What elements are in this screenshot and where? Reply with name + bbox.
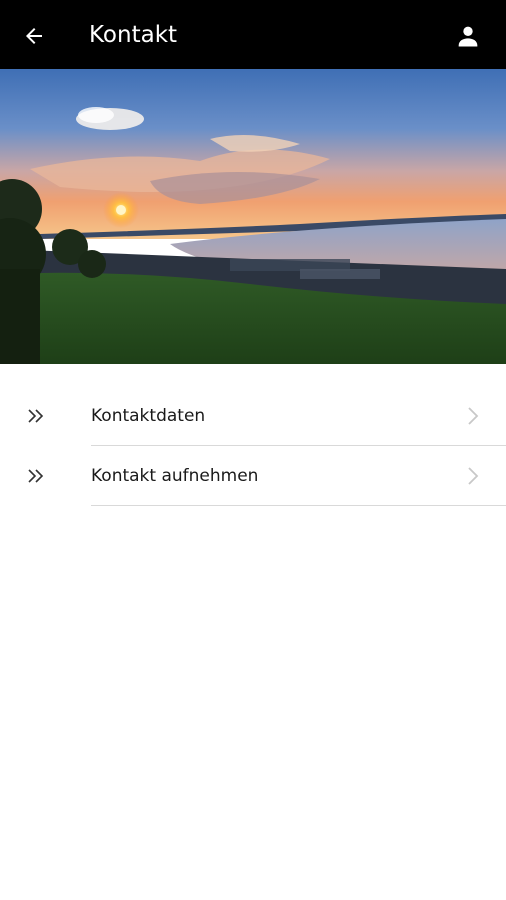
chevron-right-icon <box>468 407 479 425</box>
hero-image <box>0 69 506 364</box>
person-icon <box>458 26 478 47</box>
arrow-left-icon <box>26 28 42 44</box>
double-chevron-right-icon <box>28 409 44 423</box>
menu-item-kontaktdaten[interactable]: Kontaktdaten <box>0 386 506 446</box>
app-bar: Kontakt <box>0 0 506 69</box>
chevron-right-icon <box>468 467 479 485</box>
double-chevron-right-icon <box>28 469 44 483</box>
back-button[interactable] <box>16 18 52 54</box>
profile-button[interactable] <box>450 18 486 54</box>
contact-menu: Kontaktdaten Kontakt aufnehmen <box>0 386 506 506</box>
divider <box>91 505 506 506</box>
menu-item-kontakt-aufnehmen[interactable]: Kontakt aufnehmen <box>0 446 506 506</box>
page-title: Kontakt <box>89 22 178 48</box>
menu-item-label: Kontaktdaten <box>91 406 206 426</box>
menu-item-label: Kontakt aufnehmen <box>91 466 259 486</box>
